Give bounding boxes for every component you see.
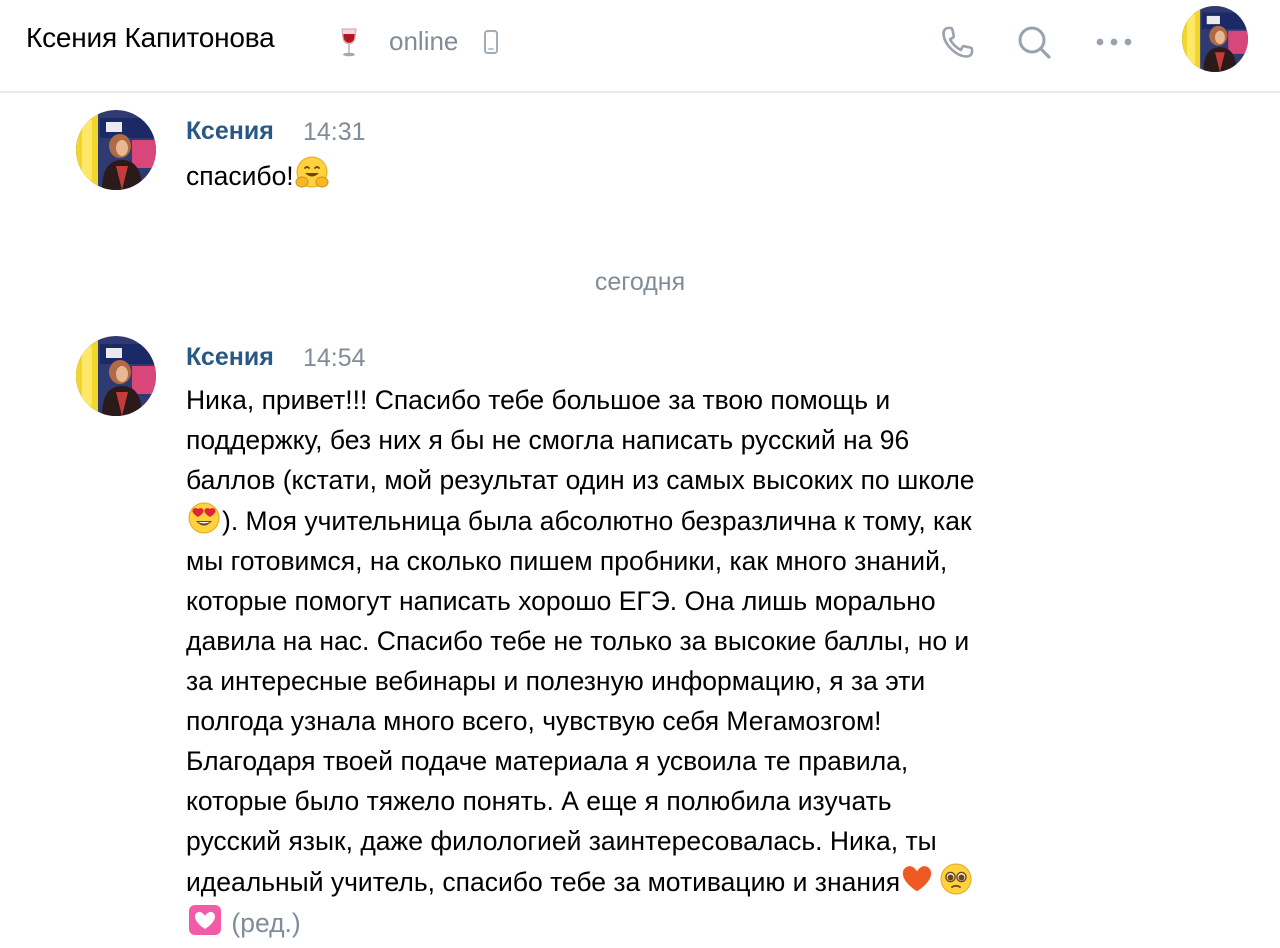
pleading-face-emoji — [940, 863, 972, 895]
message-line: полгода узнала много всего, чувствую себ… — [186, 706, 882, 736]
message-text: Ника, привет!!! Спасибо тебе большое за … — [186, 380, 1146, 944]
message-line: идеальный учитель, спасибо тебе за мотив… — [186, 861, 1146, 902]
message-line-text: идеальный учитель, спасибо тебе за мотив… — [186, 867, 901, 897]
message-time[interactable]: 14:54 — [303, 344, 366, 373]
more-button[interactable] — [1088, 18, 1140, 66]
pink-heart-emoji — [189, 905, 221, 935]
message-avatar[interactable] — [76, 110, 156, 190]
message-line: мы готовимся, на сколько пишем пробники,… — [186, 546, 948, 576]
message-author[interactable]: Ксения — [186, 117, 274, 146]
message-line: Ника, привет!!! Спасибо тебе большое за … — [186, 385, 891, 415]
message-line: давила на нас. Спасибо тебе не только за… — [186, 626, 970, 656]
contact-name[interactable]: Ксения Капитонова — [26, 22, 275, 54]
chat-header: Ксения Капитонова online — [0, 0, 1280, 93]
phone-icon — [942, 26, 974, 58]
call-button[interactable] — [934, 18, 982, 66]
orange-heart-emoji — [902, 866, 932, 892]
online-status: online — [389, 26, 459, 56]
more-icon — [1096, 38, 1132, 46]
message-text: спасибо! — [186, 155, 330, 196]
message-text-content: спасибо! — [186, 161, 294, 191]
header-avatar[interactable] — [1182, 6, 1248, 72]
message-author[interactable]: Ксения — [186, 343, 274, 372]
hugging-face-emoji — [295, 156, 329, 188]
avatar-image — [1182, 6, 1248, 72]
message-line: Благодаря твоей подаче материала я усвои… — [186, 746, 909, 776]
wine-glass-icon — [341, 28, 357, 57]
search-icon — [1018, 26, 1051, 59]
message-avatar[interactable] — [76, 336, 156, 416]
avatar-image — [76, 110, 156, 190]
message-line: (ред.) — [186, 902, 1146, 944]
message-line: баллов (кстати, мой результат один из са… — [186, 465, 975, 495]
message-time[interactable]: 14:31 — [303, 118, 366, 147]
date-separator: сегодня — [594, 268, 686, 296]
avatar-image — [76, 336, 156, 416]
message-line: которые помогут написать хорошо ЕГЭ. Она… — [186, 586, 936, 616]
message-line-text: ). Моя учительница была абсолютно безраз… — [222, 506, 972, 536]
message-line: ). Моя учительница была абсолютно безраз… — [186, 500, 1146, 541]
message-line: русский язык, даже филологией заинтересо… — [186, 826, 937, 856]
mobile-icon — [484, 30, 498, 54]
edited-label: (ред.) — [231, 908, 301, 938]
search-button[interactable] — [1010, 18, 1058, 66]
message-line: за интересные вебинары и полезную информ… — [186, 666, 926, 696]
heart-eyes-emoji — [188, 502, 220, 534]
message-line: поддержку, без них я бы не смогла написа… — [186, 425, 910, 455]
message-line: которые было тяжело понять. А еще я полю… — [186, 786, 892, 816]
